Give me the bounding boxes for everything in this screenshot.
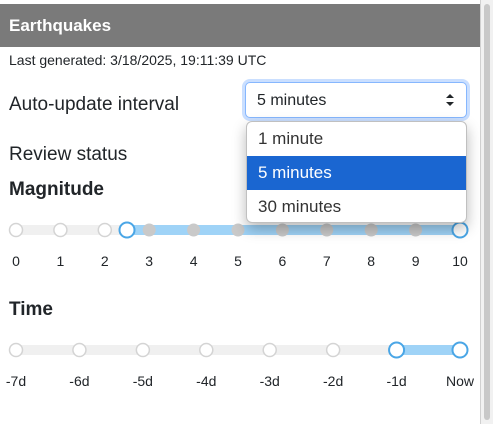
magnitude-step-dot [275,223,289,237]
earthquakes-panel: Earthquakes Last generated: 3/18/2025, 1… [0,0,481,424]
time-tick-label: -4d [196,373,217,389]
time-min-handle[interactable] [388,341,406,359]
magnitude-step-dot [364,223,378,237]
review-status-label: Review status [9,144,128,165]
magnitude-max-handle[interactable] [451,221,469,239]
time-tick-label: -1d [386,373,407,389]
time-step-dot [72,342,87,358]
time-selected-range[interactable] [396,345,460,355]
time-tick-label: -6d [69,373,90,389]
magnitude-tick-label: 7 [322,253,331,269]
panel-title: Earthquakes [9,16,112,35]
magnitude-step-dot [231,223,245,237]
magnitude-tick-label: 8 [367,253,376,269]
time-tick-label: -7d [5,373,27,389]
magnitude-min-handle[interactable] [118,221,136,239]
time-step-dot [8,342,24,358]
time-step-dot [199,342,214,358]
magnitude-tick-label: 6 [278,253,287,269]
time-max-handle[interactable] [451,341,469,359]
time-step-dot [262,342,277,358]
auto-update-select[interactable]: 5 minutes [245,82,467,118]
magnitude-tick-label: 4 [189,253,198,269]
time-step-dot [135,342,151,358]
magnitude-tick-label: 10 [452,253,468,269]
time-tick-label: -5d [132,373,153,389]
magnitude-step-dot [142,223,156,237]
time-step-dot [325,342,341,358]
panel-header: Earthquakes [0,4,480,47]
scrollbar-thumb[interactable] [484,4,490,420]
magnitude-tick-label: 2 [100,253,109,269]
option-5-minutes[interactable]: 5 minutes [247,156,466,190]
time-tick-label: Now [445,373,475,389]
magnitude-step-dot [8,222,24,238]
last-generated-text: Last generated: 3/18/2025, 19:11:39 UTC [9,52,267,68]
magnitude-step-dot [320,223,334,237]
auto-update-selected-value: 5 minutes [257,92,327,109]
time-slider[interactable]: -7d -6d -5d -4d -3d -2d -1d Now [0,335,480,395]
option-1-minute[interactable]: 1 minute [247,122,466,156]
magnitude-tick-label: 1 [56,253,65,269]
auto-update-label: Auto-update interval [9,94,180,115]
magnitude-step-dot [97,222,113,238]
magnitude-step-dot [409,223,423,237]
time-title: Time [9,299,54,320]
magnitude-step-dot [187,223,201,237]
scrollbar[interactable] [481,0,493,424]
magnitude-tick-label: 9 [411,253,420,269]
auto-update-dropdown: 1 minute 5 minutes 30 minutes [246,121,467,223]
magnitude-step-dot [53,222,68,238]
time-tick-label: -3d [259,373,280,389]
select-caret-icon [446,94,454,106]
magnitude-tick-label: 3 [145,253,154,269]
magnitude-tick-label: 0 [12,253,20,269]
magnitude-title: Magnitude [9,179,104,200]
magnitude-slider[interactable]: 0 1 2 3 4 5 6 7 8 9 10 [0,215,480,275]
option-30-minutes[interactable]: 30 minutes [247,190,466,222]
time-tick-label: -2d [323,373,344,389]
time-track-svg [8,341,469,359]
magnitude-tick-label: 5 [234,253,242,269]
